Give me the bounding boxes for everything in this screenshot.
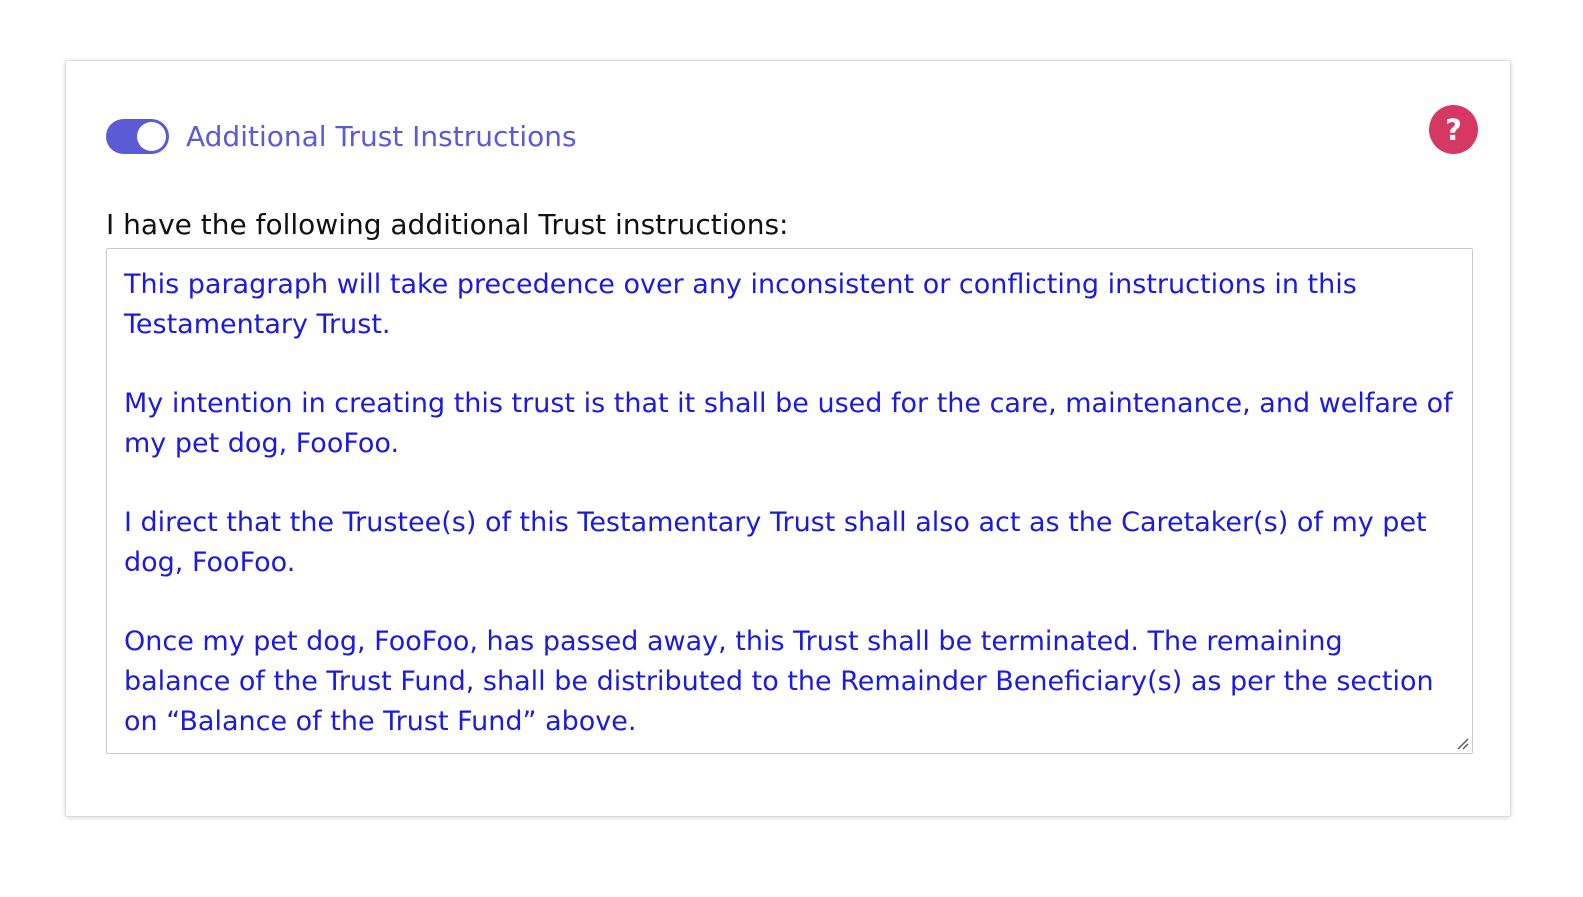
instructions-paragraph: Once my pet dog, FooFoo, has passed away… (124, 626, 1434, 737)
toggle-row: Additional Trust Instructions (106, 119, 577, 154)
instructions-textarea[interactable]: This paragraph will take precedence over… (106, 248, 1473, 754)
toggle-knob (137, 122, 166, 151)
instructions-field-label: I have the following additional Trust in… (106, 208, 789, 241)
toggle-label[interactable]: Additional Trust Instructions (186, 119, 577, 154)
instructions-paragraph: I direct that the Trustee(s) of this Tes… (124, 507, 1427, 578)
instructions-paragraph: My intention in creating this trust is t… (124, 388, 1453, 459)
instructions-paragraph: This paragraph will take precedence over… (124, 269, 1357, 340)
resize-handle-icon[interactable] (1456, 737, 1469, 750)
trust-instructions-card: Additional Trust Instructions ? I have t… (65, 60, 1511, 817)
question-mark-icon: ? (1445, 112, 1462, 147)
help-button[interactable]: ? (1429, 105, 1478, 154)
additional-instructions-toggle[interactable] (106, 119, 169, 154)
